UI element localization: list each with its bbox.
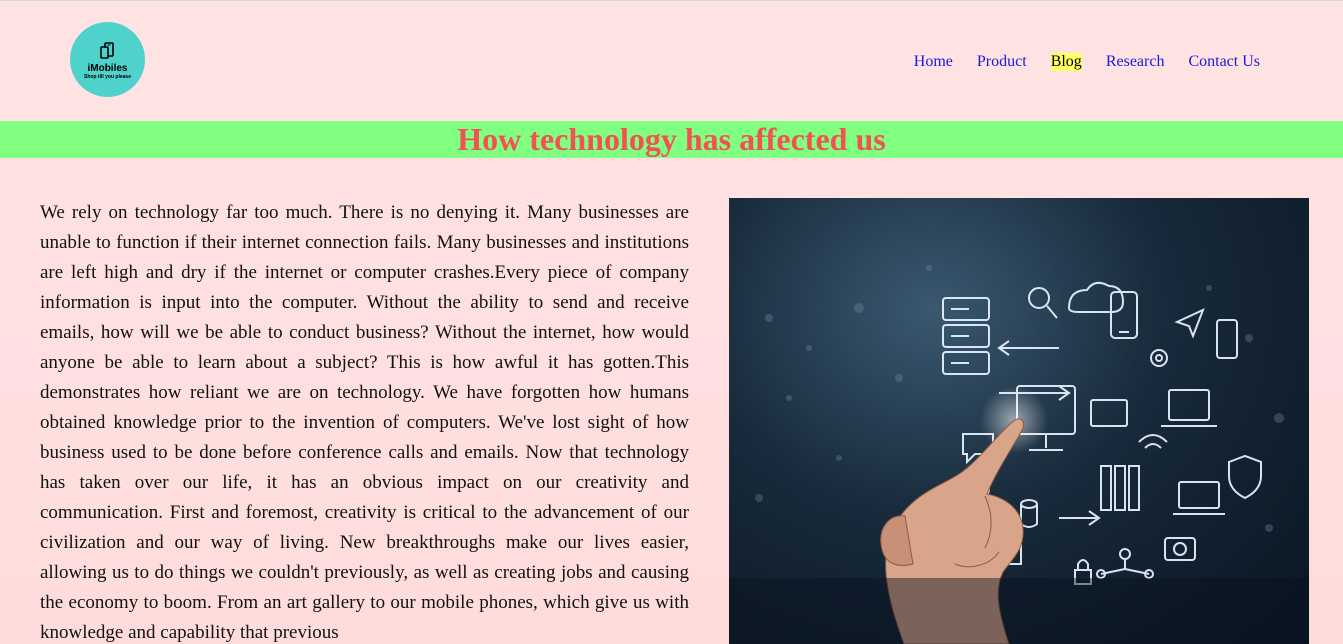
logo-tagline: Shop till you please — [84, 73, 131, 80]
logo-brand: iMobiles — [87, 62, 128, 74]
nav-product[interactable]: Product — [977, 53, 1027, 71]
nav-research[interactable]: Research — [1106, 53, 1165, 71]
nav-home[interactable]: Home — [914, 53, 953, 71]
nav-contact-us[interactable]: Contact Us — [1188, 53, 1260, 71]
phones-icon — [98, 41, 118, 61]
article-text: We rely on technology far too much. Ther… — [40, 202, 689, 643]
page-title: How technology has affected us — [457, 121, 886, 157]
main-nav: Home Product Blog Research Contact Us — [914, 53, 1260, 71]
logo[interactable]: iMobiles Shop till you please — [70, 22, 145, 97]
nav-blog[interactable]: Blog — [1050, 53, 1082, 71]
site-header: iMobiles Shop till you please Home Produ… — [0, 1, 1343, 121]
title-banner: How technology has affected us — [0, 121, 1343, 158]
technology-hand-illustration — [729, 198, 1309, 644]
